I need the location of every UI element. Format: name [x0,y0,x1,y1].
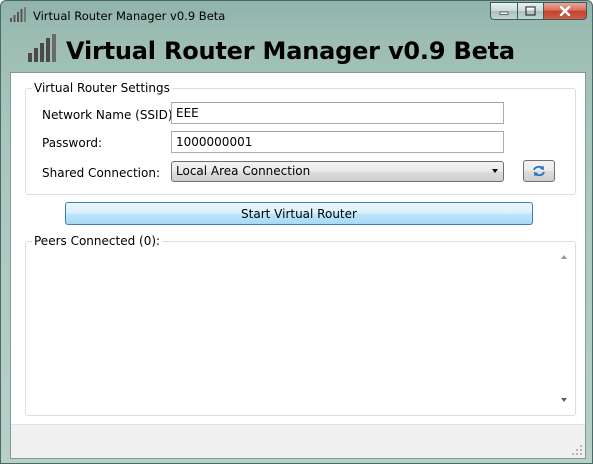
start-router-button[interactable]: Start Virtual Router [65,202,533,225]
wifi-signal-icon [10,7,26,22]
scroll-up-icon[interactable] [561,255,567,259]
ssid-label: Network Name (SSID): [42,108,177,122]
peers-group: Peers Connected (0): [25,234,576,416]
minimize-icon [499,11,509,15]
shared-connection-value: Local Area Connection [176,164,311,178]
app-header: Virtual Router Manager v0.9 Beta [1,27,592,72]
peers-legend: Peers Connected (0): [32,234,163,248]
router-settings-group: Virtual Router Settings Network Name (SS… [25,81,576,195]
close-icon [559,6,571,16]
maximize-button[interactable] [517,2,543,20]
shared-connection-select[interactable]: Local Area Connection [171,161,504,182]
shared-connection-label: Shared Connection: [42,166,161,180]
chevron-down-icon [492,169,498,173]
minimize-button[interactable] [490,2,517,20]
refresh-icon [533,165,545,177]
password-input[interactable]: 1000000001 [171,131,504,153]
resize-grip-icon[interactable] [571,444,583,456]
peers-scrollbar[interactable] [558,247,572,410]
peers-list[interactable] [27,248,555,408]
page-title: Virtual Router Manager v0.9 Beta [66,37,515,65]
title-bar[interactable]: Virtual Router Manager v0.9 Beta [1,1,592,27]
router-settings-legend: Virtual Router Settings [32,81,172,95]
ssid-input[interactable]: EEE [171,102,504,124]
maximize-icon [525,6,536,16]
password-label: Password: [42,136,103,150]
window-controls [490,2,587,21]
wifi-signal-icon [28,34,56,62]
scroll-down-icon[interactable] [561,398,567,402]
app-window: Virtual Router Manager v0.9 Beta Virtual… [0,0,593,464]
refresh-button[interactable] [523,160,555,182]
main-panel: Virtual Router Settings Network Name (SS… [10,72,586,459]
close-button[interactable] [543,2,587,20]
status-bar [11,424,585,458]
window-title: Virtual Router Manager v0.9 Beta [33,9,226,23]
